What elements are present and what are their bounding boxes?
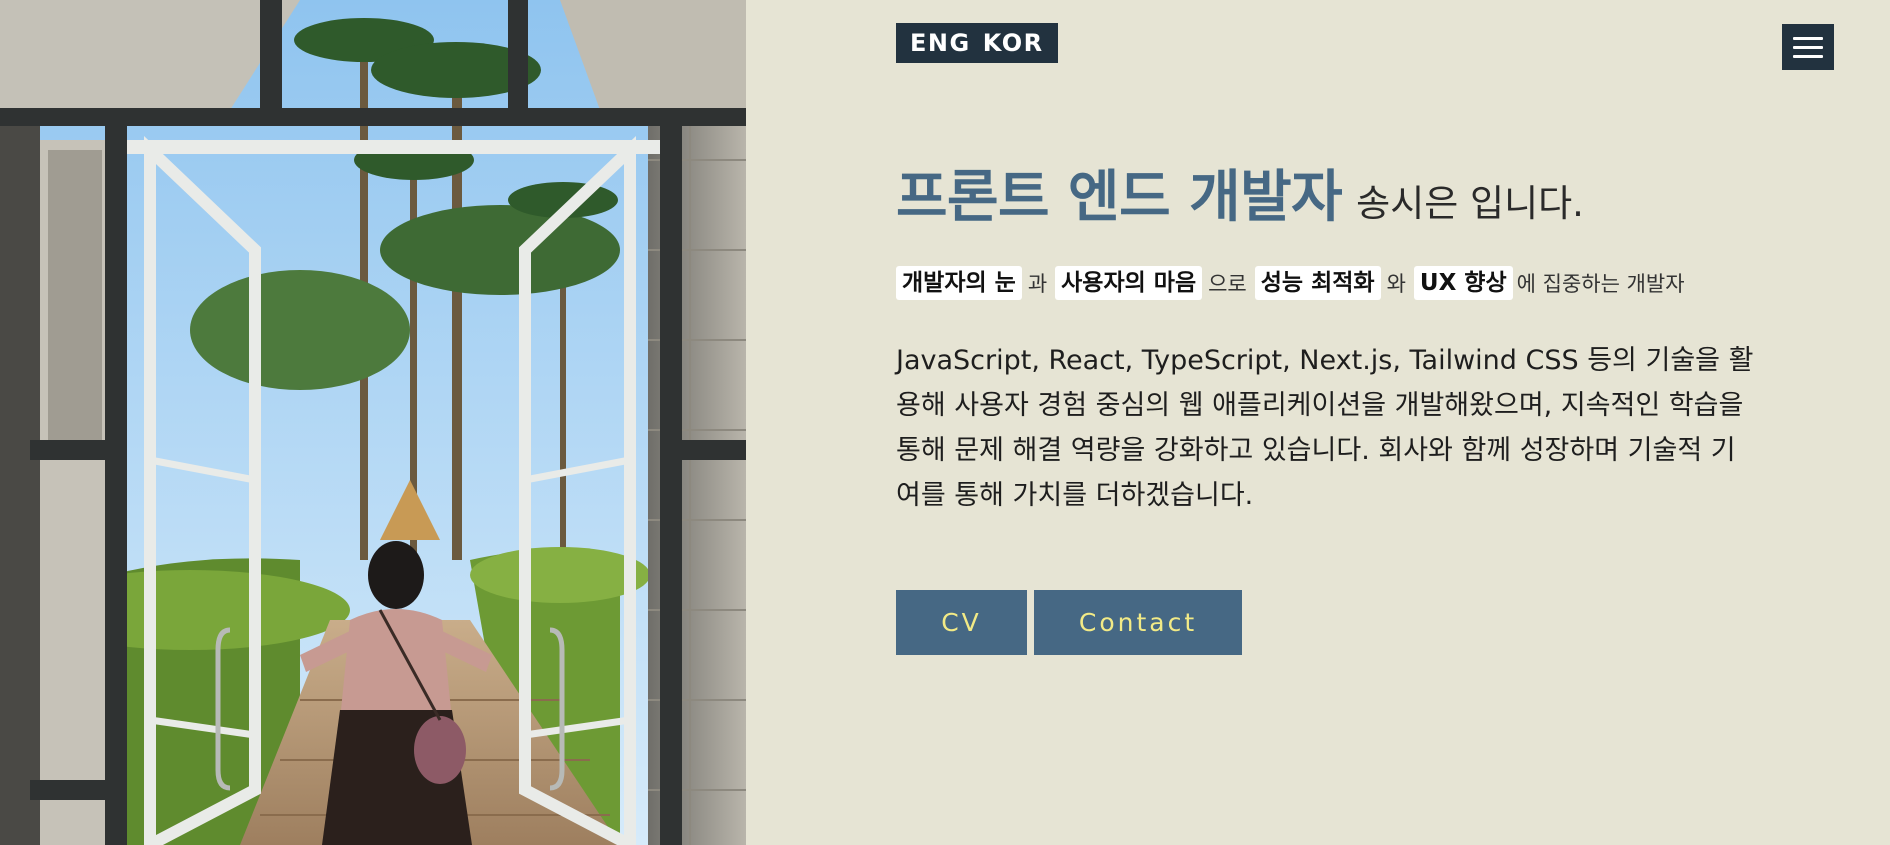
hero-title: 프론트 엔드 개발자 송시은 입니다.	[896, 152, 1584, 233]
portfolio-landing: ENG KOR 프론트 엔드 개발자 송시은 입니다. 개발자의 눈 과 사용자…	[0, 0, 1890, 845]
hero-title-role: 프론트 엔드 개발자	[896, 165, 1343, 230]
tagline-highlight: UX 향상	[1413, 266, 1513, 300]
hamburger-menu-icon[interactable]	[1782, 24, 1834, 70]
cv-button[interactable]: CV	[896, 590, 1027, 655]
menu-bar	[1793, 45, 1823, 49]
hero-photo	[0, 0, 746, 845]
language-option-eng[interactable]: ENG	[910, 29, 971, 57]
contact-button[interactable]: Contact	[1034, 590, 1242, 655]
menu-bar	[1793, 54, 1823, 58]
tagline-joiner: 과	[1027, 272, 1048, 296]
hero-title-name: 송시은 입니다.	[1356, 182, 1584, 225]
hero-intro: JavaScript, React, TypeScript, Next.js, …	[896, 345, 1754, 511]
tagline-ending: 에 집중하는 개발자	[1516, 272, 1685, 296]
tagline-highlight: 성능 최적화	[1254, 266, 1381, 300]
language-option-kor[interactable]: KOR	[983, 29, 1044, 57]
tagline-joiner: 와	[1386, 272, 1406, 296]
language-switch: ENG KOR	[896, 23, 1058, 63]
hero-tagline: 개발자의 눈 과 사용자의 마음 으로 성능 최적화 와 UX 향상 에 집중하…	[896, 266, 1685, 300]
tagline-highlight: 개발자의 눈	[896, 266, 1022, 300]
menu-bar	[1793, 36, 1823, 40]
tagline-joiner: 으로	[1208, 272, 1247, 296]
tagline-highlight: 사용자의 마음	[1055, 266, 1203, 300]
